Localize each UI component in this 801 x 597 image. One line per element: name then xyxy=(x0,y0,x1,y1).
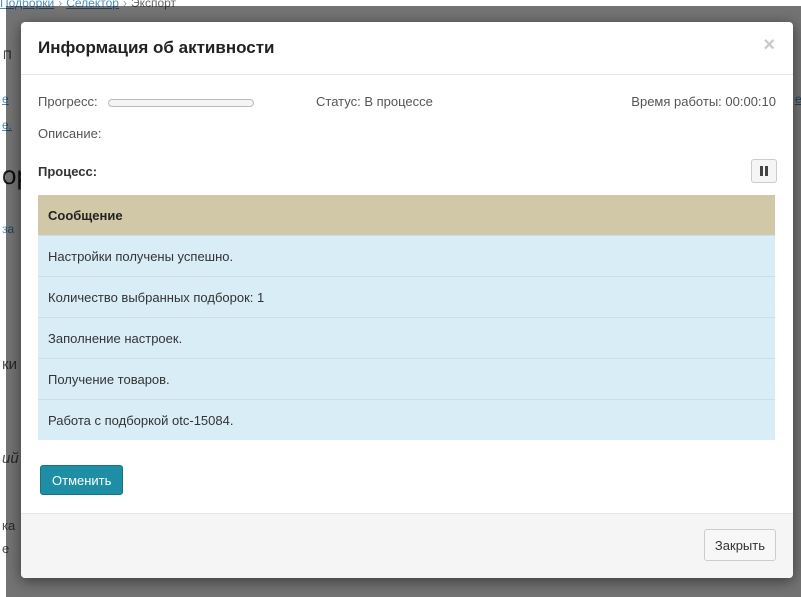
message-log-table: Сообщение Настройки получены успешно. Ко… xyxy=(38,195,775,440)
pause-icon xyxy=(759,166,769,176)
info-row: Прогресс: Статус: В процессе Время работ… xyxy=(38,90,776,114)
table-row: Количество выбранных подборок: 1 xyxy=(38,276,775,318)
table-row: Работа с подборкой otc-15084. xyxy=(38,399,775,440)
table-cell: Получение товаров. xyxy=(38,358,775,400)
description-label: Описание: xyxy=(38,126,102,141)
column-header-message: Сообщение xyxy=(38,195,775,236)
modal-body: Прогресс: Статус: В процессе Время работ… xyxy=(21,90,793,114)
progress-label: Прогресс: xyxy=(38,94,98,109)
cancel-button[interactable]: Отменить xyxy=(40,465,124,495)
process-label: Процесс: xyxy=(38,164,98,179)
close-icon[interactable]: × xyxy=(763,35,775,55)
table-row: Получение товаров. xyxy=(38,358,775,400)
status-text: Статус: В процессе xyxy=(316,94,433,109)
modal-header: Информация об активности × xyxy=(21,22,793,75)
table-cell: Количество выбранных подборок: 1 xyxy=(38,276,775,318)
table-cell: Работа с подборкой otc-15084. xyxy=(38,399,775,440)
pause-button[interactable] xyxy=(751,159,777,183)
progress-bar xyxy=(108,99,254,107)
close-button[interactable]: Закрыть xyxy=(703,529,776,561)
table-row: Настройки получены успешно. xyxy=(38,235,775,277)
modal-title: Информация об активности xyxy=(38,38,275,57)
modal-footer: Закрыть xyxy=(21,513,793,578)
work-time-text: Время работы: 00:00:10 xyxy=(631,94,776,109)
activity-info-dialog: Информация об активности × Прогресс: Ста… xyxy=(21,22,793,578)
table-cell: Настройки получены успешно. xyxy=(38,235,775,277)
table-row: Заполнение настроек. xyxy=(38,317,775,359)
table-header-row: Сообщение xyxy=(38,195,775,236)
table-cell: Заполнение настроек. xyxy=(38,317,775,359)
